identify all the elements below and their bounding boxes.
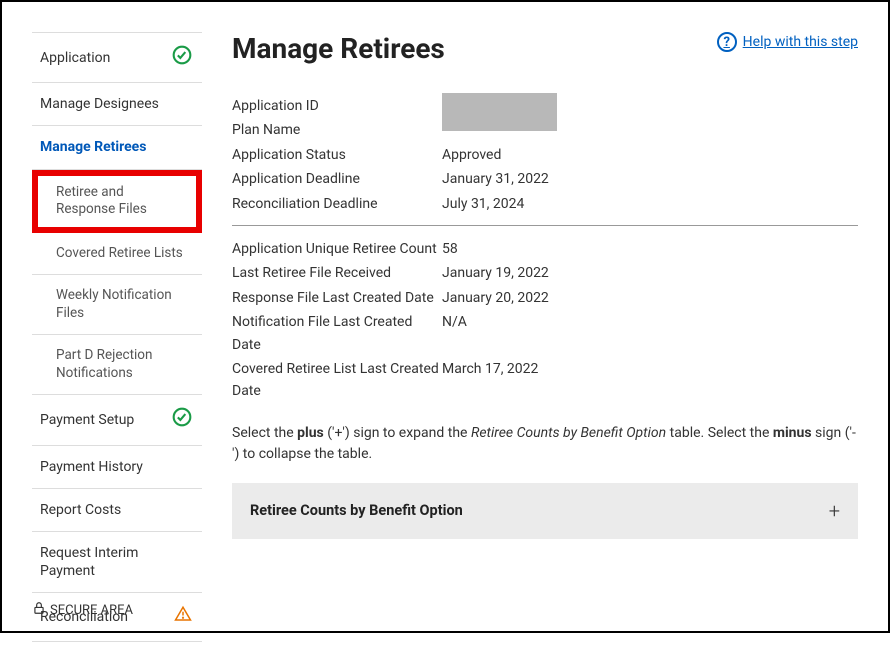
sidebar-item-part-d-rejection[interactable]: Part D Rejection Notifications [32, 335, 202, 395]
sidebar-item-payment-setup[interactable]: Payment Setup [32, 395, 202, 445]
last-file-value: January 19, 2022 [442, 262, 858, 284]
resp-value: January 20, 2022 [442, 287, 858, 309]
check-icon [172, 45, 192, 70]
count-label: Application Unique Retiree Count [232, 238, 442, 260]
help-icon: ? [717, 32, 737, 52]
sidebar-item-label: Report Costs [40, 501, 121, 519]
last-file-label: Last Retiree File Received [232, 262, 442, 284]
sidebar-item-label: Manage Retirees [40, 138, 146, 156]
instruction-text: Select the plus ('+') sign to expand the… [232, 423, 858, 465]
help-link-label: Help with this step [743, 34, 858, 50]
redacted-block [442, 93, 557, 131]
covered-value: March 17, 2022 [442, 358, 858, 403]
sidebar-item-manage-retirees[interactable]: Manage Retirees [32, 126, 202, 169]
covered-label: Covered Retiree List Last Created Date [232, 358, 442, 403]
sidebar-item-report-costs[interactable]: Report Costs [32, 489, 202, 532]
sidebar-item-label: Covered Retiree Lists [56, 245, 183, 263]
count-value: 58 [442, 238, 858, 260]
accordion-retiree-counts[interactable]: Retiree Counts by Benefit Option + [232, 483, 858, 539]
page-title: Manage Retirees [232, 32, 445, 65]
secure-label: SECURE AREA [50, 603, 133, 618]
sidebar-item-label: Payment History [40, 458, 143, 476]
main-content: Manage Retirees ? Help with this step Ap… [222, 32, 858, 642]
sidebar-item-manage-designees[interactable]: Manage Designees [32, 83, 202, 126]
check-icon [172, 407, 192, 432]
notif-value: N/A [442, 311, 858, 356]
notif-label: Notification File Last Created Date [232, 311, 442, 356]
warning-icon [174, 605, 192, 628]
plan-name-label: Plan Name [232, 119, 442, 141]
lock-icon [32, 601, 46, 619]
sidebar-item-label: Request Interim Payment [40, 544, 192, 580]
resp-label: Response File Last Created Date [232, 287, 442, 309]
footer-secure-area: SECURE AREA [32, 601, 133, 619]
sidebar-item-application[interactable]: Application [32, 32, 202, 83]
help-link[interactable]: ? Help with this step [717, 32, 858, 52]
sidebar-item-covered-retiree-lists[interactable]: Covered Retiree Lists [32, 233, 202, 276]
sidebar-item-label: Retiree and Response Files [56, 184, 186, 219]
sidebar-item-request-interim-payment[interactable]: Request Interim Payment [32, 532, 202, 593]
sidebar-item-retiree-response-files[interactable]: Retiree and Response Files [32, 170, 202, 233]
sidebar-nav: Application Manage Designees Manage Reti… [32, 32, 202, 642]
sidebar-item-label: Payment Setup [40, 411, 134, 429]
sidebar-item-label: Part D Rejection Notifications [56, 347, 192, 382]
application-details-section: Application ID Plan Name Application Sta… [232, 95, 858, 226]
sidebar-item-label: Manage Designees [40, 95, 159, 113]
status-label: Application Status [232, 144, 442, 166]
recon-label: Reconciliation Deadline [232, 193, 442, 215]
accordion-title: Retiree Counts by Benefit Option [250, 502, 463, 519]
deadline-value: January 31, 2022 [442, 168, 858, 190]
status-value: Approved [442, 144, 858, 166]
sidebar-item-label: Application [40, 49, 110, 67]
deadline-label: Application Deadline [232, 168, 442, 190]
app-id-label: Application ID [232, 95, 442, 117]
sidebar-item-weekly-notification-files[interactable]: Weekly Notification Files [32, 275, 202, 335]
sidebar-item-payment-history[interactable]: Payment History [32, 446, 202, 489]
recon-value: July 31, 2024 [442, 193, 858, 215]
retiree-details-section: Application Unique Retiree Count 58 Last… [232, 238, 858, 403]
sidebar-item-label: Weekly Notification Files [56, 287, 192, 322]
plus-icon: + [829, 499, 840, 523]
